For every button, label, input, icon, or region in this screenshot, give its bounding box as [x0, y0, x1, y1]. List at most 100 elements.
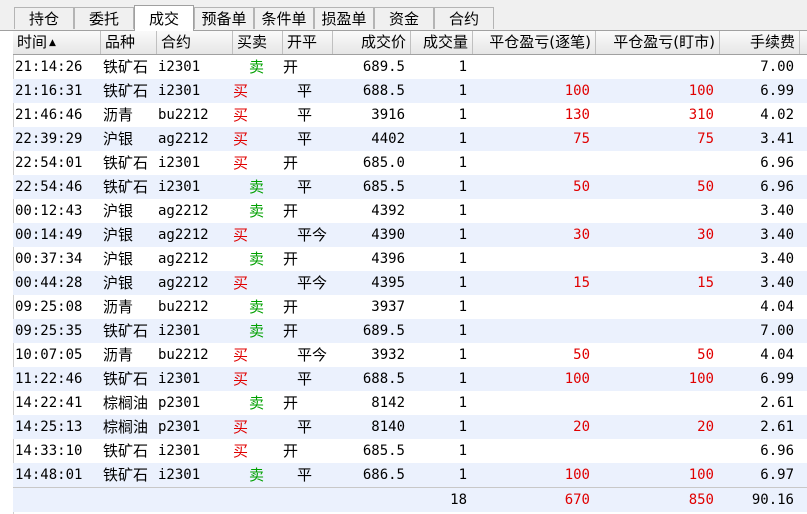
cell-product: 铁矿石	[103, 154, 149, 172]
tab-positions[interactable]: 持仓	[14, 7, 74, 29]
cell-contract: i2301	[158, 59, 201, 75]
cell-pnl-daily	[473, 247, 596, 271]
cell-price: 3916	[371, 107, 405, 123]
cell-pnl-mtm	[596, 199, 720, 223]
cell-side: 卖	[249, 250, 265, 268]
column-header-volume[interactable]: 成交量	[411, 31, 473, 54]
cell-fee: 2.61	[760, 419, 794, 435]
cell-pnl-mtm	[596, 247, 720, 271]
table-row[interactable]: 11:22:46 铁矿石 i2301 买平 688.5 1 100 100 6.99	[13, 367, 807, 391]
cell-contract: i2301	[158, 83, 201, 99]
table-row[interactable]: 22:54:01 铁矿石 i2301 买 开 685.0 1 6.96	[13, 151, 807, 175]
cell-pnl-daily: 75	[573, 131, 590, 147]
tab-prepared-orders[interactable]: 预备单	[194, 7, 254, 29]
table-row[interactable]: 00:12:43 沪银 ag2212 卖开 4392 1 3.40	[13, 199, 807, 223]
cell-fee: 4.02	[760, 107, 794, 123]
cell-product: 沪银	[103, 226, 134, 244]
cell-time: 22:54:46	[15, 179, 83, 195]
cell-product: 沪银	[103, 130, 134, 148]
cell-volume: 1	[458, 395, 467, 411]
cell-volume: 1	[458, 155, 467, 171]
totals-row: 18 670 850 90.16	[13, 487, 807, 512]
column-header-contract[interactable]: 合约	[157, 31, 233, 54]
cell-volume: 1	[458, 83, 467, 99]
cell-pnl-mtm	[596, 439, 720, 463]
table-row[interactable]: 09:25:35 铁矿石 i2301 卖开 689.5 1 7.00	[13, 319, 807, 343]
cell-contract: ag2212	[158, 203, 209, 219]
column-header-fee[interactable]: 手续费	[720, 31, 800, 54]
cell-product: 棕榈油	[103, 394, 149, 412]
cell-time: 14:22:41	[15, 395, 83, 411]
cell-product: 铁矿石	[103, 82, 149, 100]
cell-fee: 6.96	[760, 443, 794, 459]
cell-open-close: 开	[283, 202, 299, 220]
table-row[interactable]: 14:33:10 铁矿石 i2301 买 开 685.5 1 6.96	[13, 439, 807, 463]
table-row[interactable]: 14:22:41 棕榈油 p2301 卖开 8142 1 2.61	[13, 391, 807, 415]
table-row[interactable]: 21:16:31 铁矿石 i2301 买平 688.5 1 100 100 6.99	[13, 79, 807, 103]
cell-price: 685.5	[362, 443, 405, 459]
cell-side: 买	[233, 370, 249, 388]
cell-contract: p2301	[158, 395, 201, 411]
cell-open-close: 开	[283, 322, 299, 340]
cell-product: 铁矿石	[103, 322, 149, 340]
cell-fee: 6.99	[760, 371, 794, 387]
cell-time: 21:14:26	[15, 59, 83, 75]
column-header-product[interactable]: 品种	[101, 31, 157, 54]
cell-fee: 6.96	[760, 155, 794, 171]
cell-pnl-mtm: 50	[697, 179, 714, 195]
cell-price: 3932	[371, 347, 405, 363]
table-row[interactable]: 00:44:28 沪银 ag2212 买平今 4395 1 15 15 3.40	[13, 271, 807, 295]
cell-time: 00:12:43	[15, 203, 83, 219]
cell-time: 21:16:31	[15, 83, 83, 99]
column-header-price[interactable]: 成交价	[333, 31, 411, 54]
cell-contract: bu2212	[158, 299, 209, 315]
table-row[interactable]: 14:25:13 棕榈油 p2301 买平 8140 1 20 20 2.61	[13, 415, 807, 439]
cell-product: 沪银	[103, 250, 134, 268]
cell-pnl-mtm	[596, 319, 720, 343]
tab-stop-profit-orders[interactable]: 损盈单	[314, 7, 374, 29]
table-row[interactable]: 22:39:29 沪银 ag2212 买平 4402 1 75 75 3.41	[13, 127, 807, 151]
cell-contract: ag2212	[158, 131, 209, 147]
column-header-pnl-mtm[interactable]: 平仓盈亏(盯市)	[596, 31, 720, 54]
cell-time: 21:46:46	[15, 107, 83, 123]
column-header-pnl-daily[interactable]: 平仓盈亏(逐笔)	[473, 31, 596, 54]
table-row[interactable]: 10:07:05 沥青 bu2212 买平今 3932 1 50 50 4.04	[13, 343, 807, 367]
table-row[interactable]: 21:14:26 铁矿石 i2301 卖开 689.5 1 7.00	[13, 55, 807, 79]
table-row[interactable]: 14:48:01 铁矿石 i2301 卖平 686.5 1 100 100 6.97	[13, 463, 807, 487]
cell-open-close: 开	[283, 58, 299, 76]
table-row[interactable]: 00:37:34 沪银 ag2212 卖开 4396 1 3.40	[13, 247, 807, 271]
cell-volume: 1	[458, 275, 467, 291]
cell-fee: 6.96	[760, 179, 794, 195]
tab-contracts[interactable]: 合约	[434, 7, 494, 29]
cell-side: 卖	[249, 178, 265, 196]
column-header-open-close[interactable]: 开平	[283, 31, 333, 54]
column-header-side[interactable]: 买卖	[233, 31, 283, 54]
tab-orders[interactable]: 委托	[74, 7, 134, 29]
cell-contract: ag2212	[158, 275, 209, 291]
cell-side: 买	[233, 82, 249, 100]
cell-volume: 1	[458, 347, 467, 363]
table-row[interactable]: 22:54:46 铁矿石 i2301 卖平 685.5 1 50 50 6.96	[13, 175, 807, 199]
table-row[interactable]: 09:25:08 沥青 bu2212 卖开 3937 1 4.04	[13, 295, 807, 319]
cell-fee: 3.40	[760, 275, 794, 291]
cell-price: 8140	[371, 419, 405, 435]
cell-pnl-daily: 50	[573, 179, 590, 195]
table-row[interactable]: 21:46:46 沥青 bu2212 买平 3916 1 130 310 4.02	[13, 103, 807, 127]
tab-conditional-orders[interactable]: 条件单	[254, 7, 314, 29]
cell-product: 沥青	[103, 298, 134, 316]
cell-volume: 1	[458, 203, 467, 219]
cell-price: 4392	[371, 203, 405, 219]
cell-pnl-daily	[473, 151, 596, 175]
total-pnl-daily: 670	[564, 492, 590, 508]
cell-pnl-daily: 30	[573, 227, 590, 243]
cell-pnl-mtm	[596, 151, 720, 175]
cell-open-close: 开	[283, 250, 299, 268]
tab-trades[interactable]: 成交	[134, 5, 194, 31]
table-row[interactable]: 00:14:49 沪银 ag2212 买平今 4390 1 30 30 3.40	[13, 223, 807, 247]
cell-volume: 1	[458, 443, 467, 459]
column-header-time[interactable]: 时间 ▲	[13, 31, 101, 54]
cell-fee: 3.41	[760, 131, 794, 147]
cell-fee: 7.00	[760, 323, 794, 339]
cell-price: 689.5	[362, 323, 405, 339]
tab-funds[interactable]: 资金	[374, 7, 434, 29]
